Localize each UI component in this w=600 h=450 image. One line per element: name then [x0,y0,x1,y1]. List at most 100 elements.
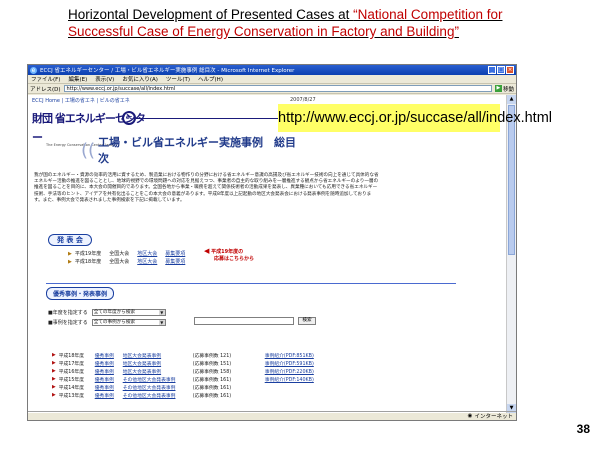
event-row: ▶ 平成19年度 全国大会 地区大会 募集要項 [68,250,193,258]
address-bar: アドレス(D) http://www.eccj.or.jp/succase/al… [28,84,516,94]
cases-header: 優秀事例・発表事例 [46,287,115,300]
event-link-regional[interactable]: 地区大会 [137,258,157,265]
case-row: ▶ 平成16年度 優秀事例 地区大会発表事例 (応募事例数 158) 事例紹介(… [52,368,314,375]
window-titlebar: e ECCJ 省エネルギーセンター / 工場・ビル省エネルギー実施事例 総目次 … [28,65,516,75]
vertical-scrollbar[interactable]: ▲ ▼ [506,95,516,413]
event-row: ▶ 平成18年度 全国大会 地区大会 募集要項 [68,258,193,266]
menu-tools[interactable]: ツール(T) [166,75,190,83]
page-viewport: ECCJ Home | 工場の省エネ | ビルの省エネ 2007/8/27 財団… [28,95,508,413]
status-zone: インターネット [474,414,513,420]
case-year: 平成18年度 [58,354,84,359]
filter-year-value: 全ての年度から検索 [93,310,136,315]
page-title-text: 工場・ビル省エネルギー実施事例 総目次 [98,136,297,165]
go-arrow-icon: ▶ [494,85,502,92]
case-year: 平成14年度 [58,386,84,391]
slide-title-prefix: Horizontal Development of Presented Case… [68,7,354,22]
intro-text: 我が国のエネルギー・資源の効率的活用に資するため、製造業における物作りの分野にお… [34,173,379,203]
case-link-regional[interactable]: 地区大会発表事例 [123,360,193,367]
case-count: (応募事例数 121) [192,354,232,359]
filter-year-row: ■年度を指定する 全ての年度から検索 ▼ [48,309,166,316]
search-input[interactable] [194,317,294,325]
apply-note[interactable]: ◀ 平成19年度の 応募はこちらから [204,248,254,262]
case-row: ▶ 平成15年度 優秀事例 その他地区大会発表事例 (応募事例数 161) 事例… [52,376,314,383]
url-callout: http://www.eccj.or.jp/succase/all/index.… [278,104,552,132]
case-row: ▶ 平成17年度 優秀事例 地区大会発表事例 (応募事例数 151) 事例紹介(… [52,360,314,367]
filter-case-value: 全ての事例から検索 [93,320,136,325]
cases-divider [46,283,456,284]
menu-bar: ファイル(F) 編集(E) 表示(V) お気に入り(A) ツール(T) ヘルプ(… [28,75,516,84]
chevron-down-icon: ▼ [158,310,165,315]
filter-case-select[interactable]: 全ての事例から検索 ▼ [91,319,166,326]
apply-note-line2: 応募はこちらから [214,255,255,262]
triangle-bullet-icon: ▶ [52,377,56,382]
search-button[interactable]: 検索 [298,317,316,325]
minimize-button[interactable]: _ [488,66,496,74]
case-link-pdf[interactable]: 事例紹介(PDF:591KB) [265,360,314,367]
event-kind: 全国大会 [109,251,130,257]
case-link-pdf[interactable]: 事例紹介(PDF:851KB) [265,352,314,359]
case-link-excellent[interactable]: 優秀事例 [95,376,123,383]
go-button[interactable]: ▶ 移動 [494,85,514,93]
address-label: アドレス(D) [30,86,61,93]
event-link-guidelines[interactable]: 募集要項 [165,258,185,265]
case-link-excellent[interactable]: 優秀事例 [95,368,123,375]
events-header: 発 表 会 [48,234,92,246]
page-number: 38 [576,422,590,436]
event-kind: 全国大会 [109,259,130,265]
ie-icon: e [30,66,37,74]
breadcrumb[interactable]: ECCJ Home | 工場の省エネ | ビルの省エネ [32,97,130,104]
globe-icon: ◉ [467,413,473,419]
case-year: 平成13年度 [58,394,84,399]
close-button[interactable]: × [506,66,514,74]
case-row: ▶ 平成13年度 優秀事例 その他地区大会発表事例 (応募事例数 161) [52,392,265,399]
title-bracket-left-icon: (( [81,139,96,161]
case-link-excellent[interactable]: 優秀事例 [95,384,123,391]
event-link-guidelines[interactable]: 募集要項 [165,250,185,257]
case-link-excellent[interactable]: 優秀事例 [95,360,123,367]
address-input[interactable]: http://www.eccj.or.jp/succase/all/index.… [63,85,492,92]
case-link-regional[interactable]: その他地区大会発表事例 [123,392,193,399]
case-count: (応募事例数 151) [192,362,232,367]
case-link-pdf[interactable]: 事例紹介(PDF:220KB) [265,368,314,375]
case-link-regional[interactable]: その他地区大会発表事例 [123,384,193,391]
case-count: (応募事例数 161) [192,386,232,391]
menu-view[interactable]: 表示(V) [95,75,114,83]
case-link-pdf[interactable]: 事例紹介(PDF:140KB) [265,376,314,383]
case-link-regional[interactable]: 地区大会発表事例 [123,368,193,375]
window-title: ECCJ 省エネルギーセンター / 工場・ビル省エネルギー実施事例 総目次 - … [40,68,295,74]
triangle-bullet-icon: ▶ [68,258,72,265]
logo-badge: ec [122,111,136,125]
case-row: ▶ 平成18年度 優秀事例 地区大会発表事例 (応募事例数 121) 事例紹介(… [52,352,314,359]
page-title: (( 工場・ビル省エネルギー実施事例 総目次 [78,136,298,165]
case-count: (応募事例数 161) [192,394,232,399]
page-date: 2007/8/27 [290,97,316,103]
maximize-button[interactable]: □ [497,66,505,74]
case-count: (応募事例数 161) [192,378,232,383]
menu-file[interactable]: ファイル(F) [31,75,60,83]
triangle-bullet-icon: ▶ [52,385,56,390]
case-year: 平成16年度 [58,370,84,375]
menu-favorites[interactable]: お気に入り(A) [122,75,158,83]
header-divider [136,118,286,119]
triangle-bullet-icon: ▶ [52,393,56,398]
slide-title: Horizontal Development of Presented Case… [68,6,538,40]
filter-case-label: ■事例を指定する [48,320,88,326]
case-link-excellent[interactable]: 優秀事例 [95,352,123,359]
menu-edit[interactable]: 編集(E) [68,75,87,83]
case-link-excellent[interactable]: 優秀事例 [95,392,123,399]
triangle-bullet-icon: ▶ [52,361,56,366]
event-link-regional[interactable]: 地区大会 [137,250,157,257]
filter-year-select[interactable]: 全ての年度から検索 ▼ [91,309,166,316]
menu-help[interactable]: ヘルプ(H) [198,75,223,83]
case-link-regional[interactable]: その他地区大会発表事例 [123,376,193,383]
scroll-up-icon[interactable]: ▲ [507,95,516,104]
chevron-down-icon: ▼ [158,320,165,325]
filter-case-row: ■事例を指定する 全ての事例から検索 ▼ [48,319,166,326]
events-header-label: 発 表 会 [48,234,92,246]
case-link-regional[interactable]: 地区大会発表事例 [123,352,193,359]
apply-note-line1: 平成19年度の [211,249,244,255]
case-year: 平成17年度 [58,362,84,367]
go-label: 移動 [502,86,514,93]
filter-year-label: ■年度を指定する [48,310,88,316]
scroll-thumb[interactable] [508,105,515,255]
